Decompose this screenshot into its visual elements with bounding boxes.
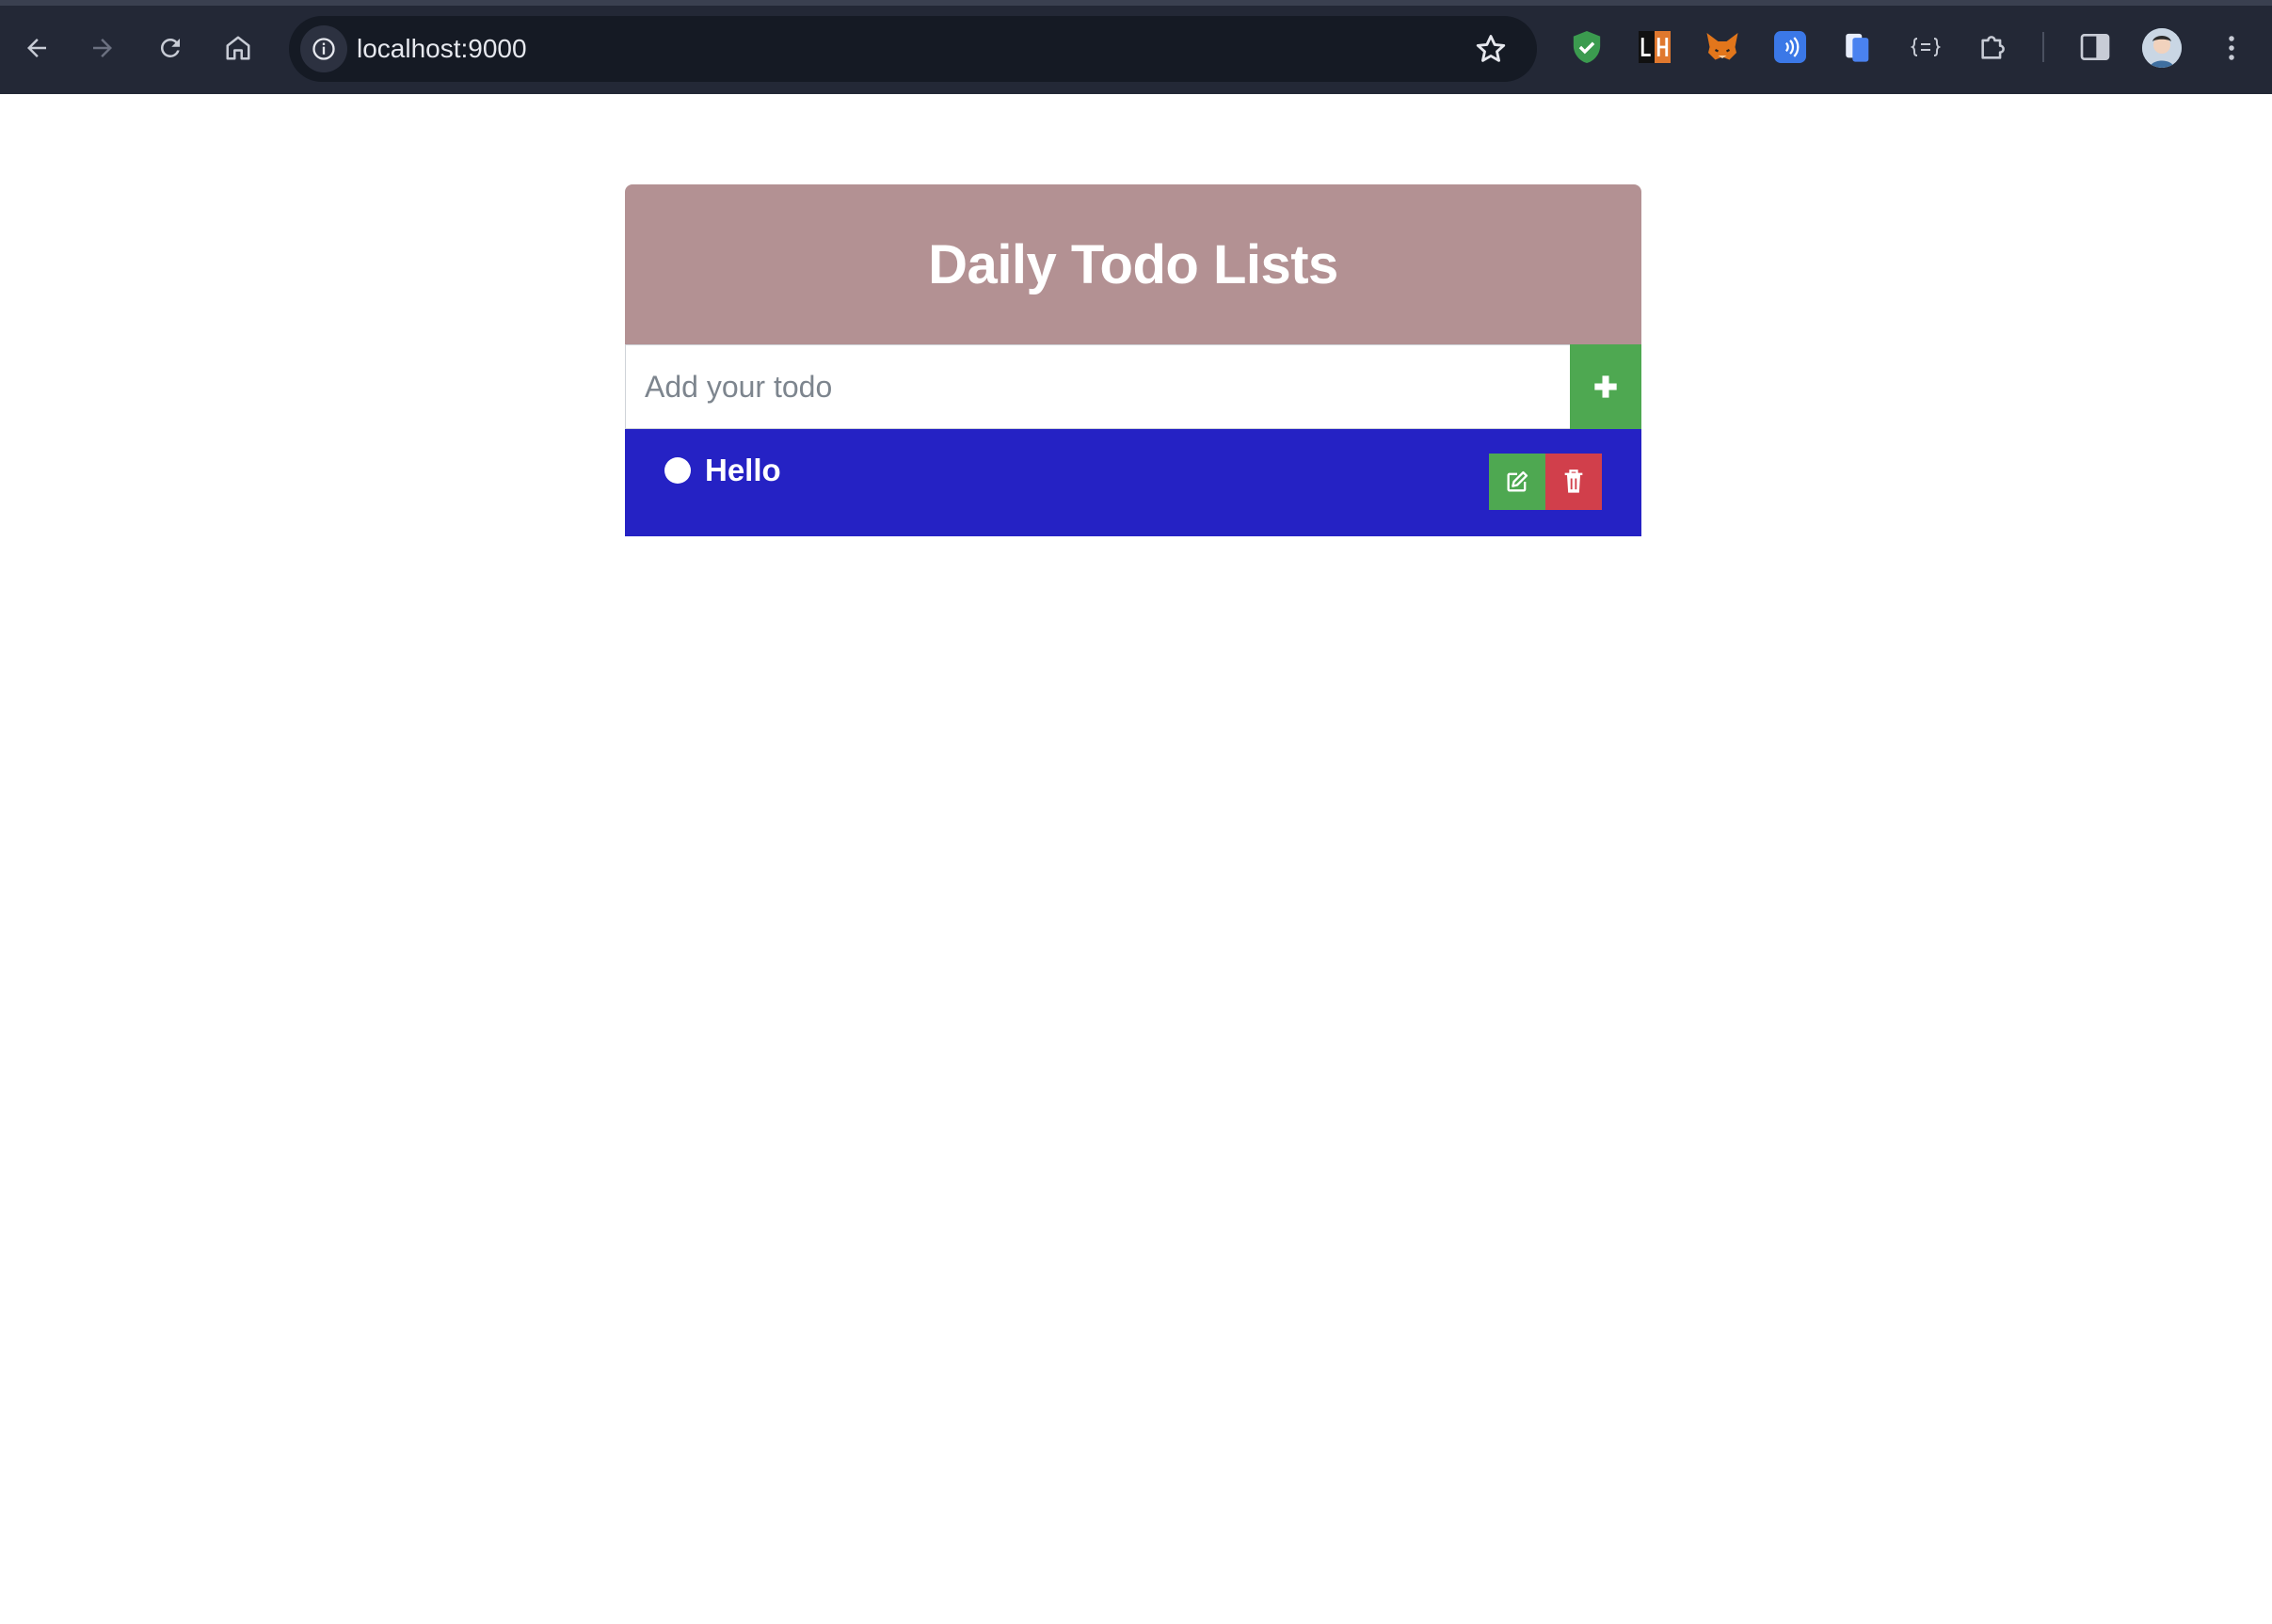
clipboard-extension-icon: [1846, 33, 1869, 62]
trash-icon: [1564, 470, 1583, 493]
edit-icon: [1507, 470, 1528, 492]
forward-button[interactable]: [79, 24, 126, 72]
clipboard-extension-button[interactable]: [1839, 28, 1877, 66]
browser-menu-button[interactable]: [2208, 24, 2255, 72]
home-icon: [226, 36, 250, 60]
tab-strip-edge: [0, 0, 2272, 6]
todo-input[interactable]: [625, 344, 1570, 429]
lh-extension-button[interactable]: [1636, 28, 1673, 66]
json-extension-button[interactable]: [1907, 28, 1944, 66]
json-extension-icon: [1910, 38, 1942, 56]
extensions-menu-button[interactable]: [1975, 28, 2012, 66]
shield-extension-button[interactable]: [1568, 28, 1606, 66]
url-text[interactable]: localhost:9000: [357, 16, 527, 82]
side-panel-button[interactable]: [2076, 28, 2114, 66]
add-todo-button[interactable]: [1570, 344, 1641, 429]
lh-extension-icon: [1639, 31, 1671, 63]
todo-item: Hello: [625, 429, 1641, 536]
page-title: Daily Todo Lists: [928, 233, 1338, 295]
todo-list: Hello: [625, 429, 1641, 536]
add-todo-form: [625, 344, 1641, 429]
home-button[interactable]: [215, 24, 262, 72]
avatar-icon: [2142, 28, 2182, 68]
todo-text: Hello: [705, 453, 781, 487]
profile-avatar[interactable]: [2142, 28, 2182, 68]
address-bar[interactable]: localhost:9000: [289, 16, 1537, 82]
reload-icon: [160, 38, 180, 57]
fox-extension-button[interactable]: [1704, 28, 1741, 66]
star-icon: [1476, 35, 1506, 62]
site-info-button[interactable]: [300, 25, 347, 72]
plus-icon: [1594, 375, 1617, 398]
browser-toolbar: localhost:9000: [0, 0, 2272, 94]
fox-extension-icon: [1706, 33, 1738, 60]
arrow-right-icon: [93, 39, 112, 57]
app-header: Daily Todo Lists: [625, 184, 1641, 344]
info-icon: [312, 38, 335, 60]
delete-todo-button[interactable]: [1545, 454, 1602, 510]
kebab-menu-icon: [2229, 36, 2234, 60]
arrow-left-icon: [27, 39, 46, 57]
shield-check-icon: [1573, 31, 1601, 63]
back-button[interactable]: [13, 24, 60, 72]
puzzle-icon: [1981, 36, 2005, 59]
side-panel-icon: [2080, 34, 2110, 60]
nfc-extension-button[interactable]: [1771, 28, 1809, 66]
toolbar-separator: [2042, 32, 2044, 62]
nfc-extension-icon: [1774, 31, 1806, 63]
todo-actions: [1489, 454, 1602, 510]
bookmark-star-button[interactable]: [1473, 31, 1509, 72]
todo-status-dot[interactable]: [664, 457, 691, 484]
edit-todo-button[interactable]: [1489, 454, 1545, 510]
todo-app: Daily Todo Lists Hello: [625, 184, 1641, 536]
reload-button[interactable]: [147, 24, 194, 72]
